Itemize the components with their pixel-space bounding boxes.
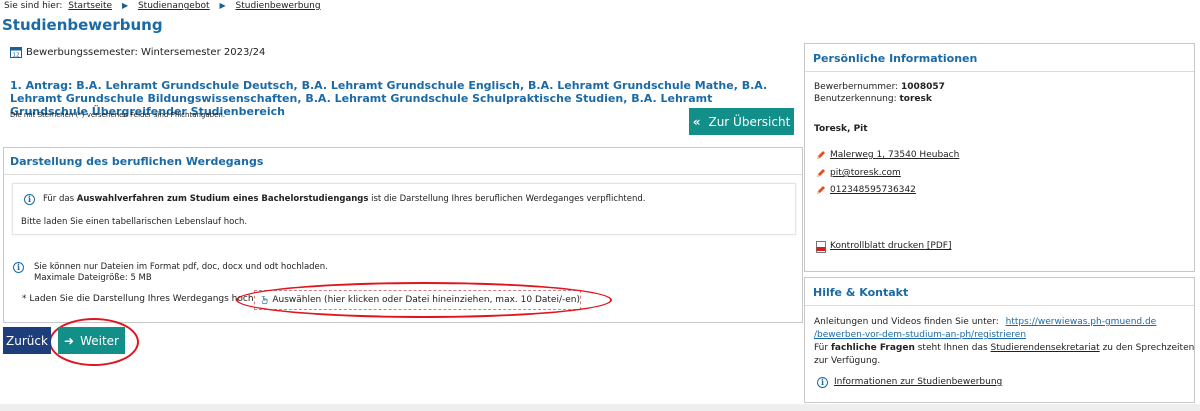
- info-line-1: Für das Auswahlverfahren zum Studium ein…: [43, 194, 646, 204]
- info-icon: i: [817, 377, 828, 388]
- divider: [805, 305, 1194, 306]
- upload-label: * Laden Sie die Darstellung Ihres Werdeg…: [22, 294, 254, 304]
- overview-button[interactable]: « Zur Übersicht: [689, 108, 794, 135]
- help-line-3: zur Verfügung.: [814, 356, 881, 366]
- overview-button-label: Zur Übersicht: [708, 114, 791, 129]
- calendar-icon: 12: [10, 47, 22, 59]
- help-line-2: Für fachliche Fragen steht Ihnen das Stu…: [814, 343, 1195, 353]
- breadcrumb-item-studienangebot[interactable]: Studienangebot: [138, 1, 210, 11]
- breadcrumb-prefix: Sie sind hier:: [4, 1, 63, 11]
- highlight-dropzone-ellipse: [236, 282, 612, 318]
- help-contact-heading: Hilfe & Kontakt: [813, 286, 909, 299]
- info-line-2: Bitte laden Sie einen tabellarischen Leb…: [21, 217, 248, 227]
- breadcrumb-item-startseite[interactable]: Startseite: [68, 1, 112, 11]
- pdf-icon: [816, 241, 826, 253]
- footer-strip: [0, 404, 1200, 411]
- breadcrumb: Sie sind hier: Startseite ▶ Studienangeb…: [4, 0, 321, 12]
- svg-text:12: 12: [13, 53, 20, 59]
- info-icon: i: [13, 262, 24, 273]
- required-fields-hint: Die mit Sternchen (*) versehenen Felder …: [10, 111, 226, 119]
- back-button[interactable]: Zurück: [3, 327, 51, 354]
- pencil-icon: [817, 169, 825, 177]
- email-link[interactable]: pit@toresk.com: [830, 168, 901, 178]
- application-info-link[interactable]: Informationen zur Studienbewerbung: [834, 377, 1002, 387]
- divider: [805, 71, 1194, 72]
- page-title: Studienbewerbung: [2, 16, 163, 34]
- address-link[interactable]: Malerweg 1, 73540 Heubach: [830, 150, 959, 160]
- double-chevron-left-icon: «: [692, 114, 701, 129]
- help-contact-panel: Hilfe & Kontakt Anleitungen und Videos f…: [804, 277, 1195, 403]
- phone-link[interactable]: 012348595736342: [830, 185, 916, 195]
- semester-text: Bewerbungssemester: Wintersemester 2023/…: [26, 46, 266, 58]
- pencil-icon: [817, 151, 825, 159]
- breadcrumb-item-studienbewerbung[interactable]: Studienbewerbung: [236, 1, 321, 11]
- chevron-right-icon: ▶: [121, 1, 129, 10]
- info-box: i Für das Auswahlverfahren zum Studium e…: [12, 183, 796, 235]
- personal-info-panel: Persönliche Informationen Bewerbernummer…: [804, 43, 1195, 272]
- personal-info-heading: Persönliche Informationen: [813, 52, 978, 65]
- next-button[interactable]: ➜ Weiter: [58, 327, 125, 354]
- upload-size-info: Maximale Dateigröße: 5 MB: [34, 273, 152, 283]
- username: Benutzerkennung: toresk: [814, 94, 932, 104]
- semester-info: 12 Bewerbungssemester: Wintersemester 20…: [10, 46, 265, 58]
- pencil-icon: [817, 186, 825, 194]
- help-url-link[interactable]: https://werwiewas.ph-gmuend.de: [1006, 317, 1157, 327]
- info-icon: i: [24, 194, 35, 205]
- upload-format-info: Sie können nur Dateien im Format pdf, do…: [34, 262, 328, 272]
- registrar-link[interactable]: Studierendensekretariat: [991, 343, 1100, 353]
- applicant-name: Toresk, Pit: [814, 124, 868, 134]
- help-url-link-continued[interactable]: /bewerben-vor-dem-studium-an-ph/registri…: [814, 330, 1026, 340]
- divider: [4, 174, 802, 175]
- applicant-number: Bewerbernummer: 1008057: [814, 82, 945, 92]
- chevron-right-icon: ▶: [219, 1, 226, 10]
- print-control-sheet-link[interactable]: Kontrollblatt drucken [PDF]: [830, 241, 951, 251]
- help-line-1: Anleitungen und Videos finden Sie unter:…: [814, 317, 1157, 327]
- career-panel-heading: Darstellung des beruflichen Werdegangs: [10, 155, 264, 168]
- next-button-label: Weiter: [80, 333, 119, 348]
- arrow-right-icon: ➜: [64, 333, 75, 348]
